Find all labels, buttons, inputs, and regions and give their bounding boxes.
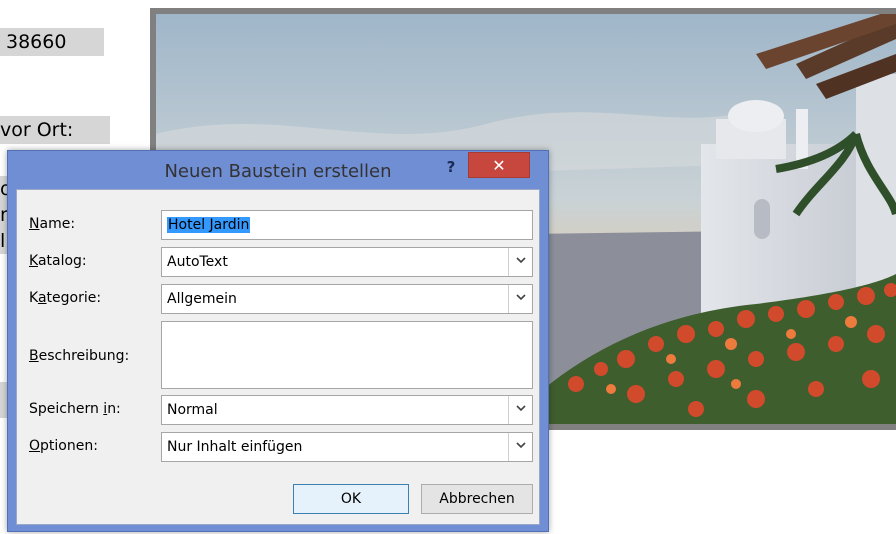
dialog-client-area: Name: Hotel Jardin Katalog: AutoText Kat… — [16, 189, 540, 525]
beschreibung-label: Beschreibung: — [29, 348, 130, 364]
create-building-block-dialog: Neuen Baustein erstellen ? ✕ Name: Hotel… — [7, 150, 549, 532]
access-key-letter: B — [29, 348, 39, 364]
cancel-button[interactable]: Abbrechen — [421, 484, 533, 514]
close-icon[interactable]: ✕ — [468, 152, 530, 178]
access-key-letter: a — [37, 290, 47, 306]
optionen-label: Optionen: — [29, 438, 98, 454]
katalog-dropdown[interactable]: AutoText — [161, 247, 533, 277]
access-key-letter: O — [29, 438, 41, 454]
dialog-title: Neuen Baustein erstellen — [164, 161, 392, 182]
speichern-in-dropdown[interactable]: Normal — [161, 395, 533, 425]
dialog-title-bar[interactable]: Neuen Baustein erstellen ? ✕ — [8, 151, 548, 189]
kategorie-label: Kategorie: — [29, 290, 102, 306]
name-input-value: Hotel Jardin — [167, 217, 251, 233]
access-key-letter: K — [29, 253, 38, 269]
kategorie-dropdown[interactable]: Allgemein — [161, 284, 533, 314]
document-zip-text: 38660 — [0, 28, 104, 56]
chevron-down-icon[interactable] — [508, 433, 532, 461]
document-vor-ort-text: vor Ort: — [0, 116, 110, 144]
katalog-label: Katalog: — [29, 253, 87, 269]
ok-button[interactable]: OK — [293, 484, 409, 514]
beschreibung-textarea[interactable] — [161, 321, 533, 389]
access-key-letter: N — [29, 216, 40, 232]
optionen-dropdown[interactable]: Nur Inhalt einfügen — [161, 432, 533, 462]
speichern-in-value: Normal — [167, 402, 218, 418]
optionen-value: Nur Inhalt einfügen — [167, 439, 303, 455]
chevron-down-icon[interactable] — [508, 285, 532, 313]
chevron-down-icon[interactable] — [508, 248, 532, 276]
name-input[interactable]: Hotel Jardin — [161, 210, 533, 240]
katalog-value: AutoText — [167, 254, 228, 270]
chevron-down-icon[interactable] — [508, 396, 532, 424]
help-icon[interactable]: ? — [438, 155, 464, 179]
name-label: Name: — [29, 216, 76, 232]
speichern-in-label: Speichern in: — [29, 401, 121, 417]
kategorie-value: Allgemein — [167, 291, 237, 307]
access-key-letter: i — [103, 401, 108, 417]
